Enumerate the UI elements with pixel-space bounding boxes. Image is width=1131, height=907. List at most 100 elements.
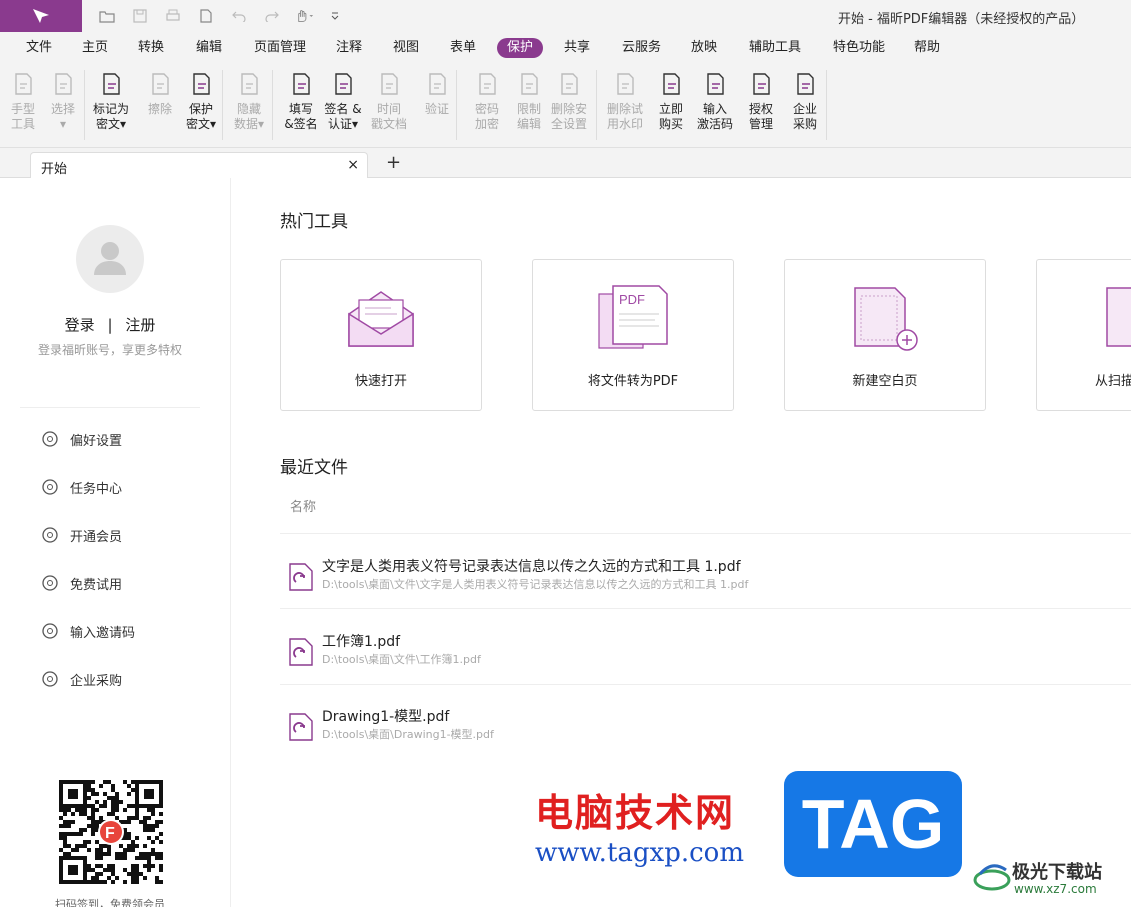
menu-item-1[interactable]: 主页 [72,38,118,58]
bag-icon [791,70,819,98]
open-folder-icon[interactable] [98,8,116,24]
ribbon-button-6[interactable]: 填写 &签名 [280,70,322,142]
print-icon[interactable] [164,8,182,24]
app-logo[interactable] [0,0,82,32]
ribbon-button-9[interactable]: 验证 [416,70,458,142]
ribbon-toolbar: 手型 工具 选择 ▾ 标记为 密文▾ 擦除 保护 密文▾ 隐藏 数据▾ 填写 &签名 签名 &… [0,62,1131,148]
ribbon-button-12[interactable]: 删除安 全设置 [548,70,590,142]
ribbon-button-1[interactable]: 选择 ▾ [42,70,84,142]
sidebar-item-3[interactable]: 免费试用 [40,573,122,593]
ribbon-button-label: 擦除 [147,102,172,116]
menu-item-11[interactable]: 放映 [681,38,727,58]
tab-title: 开始 [41,162,68,177]
ribbon-button-8[interactable]: 时间 戳文档 [368,70,410,142]
tab-start[interactable]: 开始 × [30,152,368,178]
sign-certify-icon [329,70,357,98]
ribbon-button-17[interactable]: 企业 采购 [784,70,826,142]
erase-icon [146,70,174,98]
sidebar-item-1[interactable]: 任务中心 [40,477,122,497]
ribbon-button-14[interactable]: 立即 购买 [650,70,692,142]
select-cursor-icon [49,70,77,98]
new-blank-page-icon [854,287,918,351]
ribbon-button-15[interactable]: 输入 激活码 [694,70,736,142]
ribbon-separator [272,70,273,140]
menu-item-8[interactable]: 保护 [497,38,544,58]
menu-item-12[interactable]: 辅助工具 [739,38,811,58]
ribbon-button-2[interactable]: 标记为 密文▾ [90,70,132,142]
watermark-text: 电脑技术网 [535,791,736,835]
ribbon-button-11[interactable]: 限制 编辑 [508,70,550,142]
add-tab-icon[interactable]: + [386,152,401,173]
ribbon-button-10[interactable]: 密码 加密 [466,70,508,142]
ribbon-button-label: 删除安 全设置 [550,102,587,131]
column-header-name[interactable]: 名称 [290,496,316,515]
close-tab-icon[interactable]: × [347,157,359,173]
ribbon-button-label: 删除试 用水印 [606,102,643,131]
ribbon-button-7[interactable]: 签名 & 认证▾ [322,70,364,142]
recent-file-row[interactable]: Drawing1-模型.pdf D:\tools\桌面\Drawing1-模型.p… [288,704,1128,754]
sidebar-item-label: 输入邀请码 [70,625,136,641]
recent-file-path: D:\tools\桌面\文件\工作簿1.pdf [322,653,481,666]
new-blank-page-card[interactable]: 新建空白页 [784,259,986,411]
quick-access-toolbar [98,0,344,32]
new-document-icon[interactable] [197,8,215,24]
redo-icon[interactable] [263,8,281,24]
qr-code: F [59,780,163,884]
menu-item-4[interactable]: 页面管理 [244,38,316,58]
sidebar-item-2[interactable]: 开通会员 [40,525,122,545]
ribbon-button-0[interactable]: 手型 工具 [2,70,44,142]
timestamp-icon [375,70,403,98]
login-link[interactable]: 登录 [65,316,95,334]
sidebar-item-4[interactable]: 输入邀请码 [40,621,135,641]
ribbon-button-5[interactable]: 隐藏 数据▾ [228,70,270,142]
ribbon-button-label: 选择 ▾ [50,102,75,131]
save-icon[interactable] [131,8,149,24]
ribbon-separator [84,70,85,140]
avatar[interactable] [76,225,144,293]
recent-file-row[interactable]: 文字是人类用表义符号记录表达信息以传之久远的方式和工具 1.pdf D:\tool… [288,554,1128,604]
recent-file-name: 文字是人类用表义符号记录表达信息以传之久远的方式和工具 1.pdf [322,559,741,575]
scan-card[interactable]: 从扫描 [1036,259,1131,411]
ribbon-button-13[interactable]: 删除试 用水印 [604,70,646,142]
ribbon-separator [222,70,223,140]
menu-item-3[interactable]: 编辑 [186,38,232,58]
menu-item-7[interactable]: 表单 [440,38,486,58]
menu-item-10[interactable]: 云服务 [612,38,671,58]
login-register: 登录 | 注册 [0,314,220,335]
menu-item-2[interactable]: 转换 [128,38,174,58]
sidebar-item-label: 开通会员 [70,529,123,545]
ribbon-button-label: 密码 加密 [474,102,499,131]
quick-open-card[interactable]: 快速打开 [280,259,482,411]
ribbon-separator [596,70,597,140]
ribbon-button-label: 手型 工具 [10,102,35,131]
remove-watermark-icon [611,70,639,98]
menu-item-5[interactable]: 注释 [326,38,372,58]
menu-item-14[interactable]: 帮助 [904,38,950,58]
validate-icon [423,70,451,98]
ribbon-button-4[interactable]: 保护 密文▾ [180,70,222,142]
menu-item-13[interactable]: 特色功能 [823,38,895,58]
recent-files-title: 最近文件 [280,458,348,478]
sidebar-item-0[interactable]: 偏好设置 [40,429,122,449]
hand-tool-dropdown-icon[interactable] [296,8,314,24]
sidebar-item-label: 任务中心 [70,481,123,497]
qr-caption: 扫码签到，免费领会员 [55,898,165,907]
recent-file-path: D:\tools\桌面\文件\文字是人类用表义符号记录表达信息以传之久远的方式和… [322,578,749,591]
pdf-file-icon [289,713,313,741]
register-link[interactable]: 注册 [125,316,155,334]
customize-toolbar-icon[interactable] [326,8,344,24]
undo-icon[interactable] [230,8,248,24]
document-tab-bar: 开始 × + [0,148,1131,178]
sidebar-item-5[interactable]: 企业采购 [40,669,122,689]
menu-item-6[interactable]: 视图 [383,38,429,58]
recent-file-row[interactable]: 工作簿1.pdf D:\tools\桌面\文件\工作簿1.pdf [288,629,1128,679]
login-subtitle: 登录福昕账号，享更多特权 [37,343,182,357]
menu-bar: 文件 主页 转换 编辑 页面管理 注释 视图 表单 保护 共享 云服务 放映 辅助工具 特色功能 帮助 [0,34,1131,62]
ribbon-button-3[interactable]: 擦除 [139,70,181,142]
ribbon-button-16[interactable]: 授权 管理 [740,70,782,142]
title-bar: 开始 - 福昕PDF编辑器（未经授权的产品） [0,0,1131,34]
convert-to-pdf-card[interactable]: PDF 将文件转为PDF [532,259,734,411]
menu-item-9[interactable]: 共享 [554,38,600,58]
menu-item-0[interactable]: 文件 [16,38,62,58]
cart-icon [657,70,685,98]
